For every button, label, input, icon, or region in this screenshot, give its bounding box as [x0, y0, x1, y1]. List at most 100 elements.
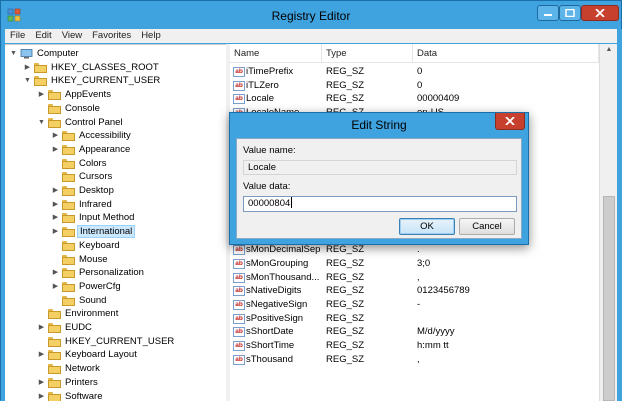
folder-icon	[62, 227, 75, 237]
string-value-icon: ab	[233, 286, 245, 296]
maximize-button[interactable]	[559, 5, 581, 21]
expand-arrow-icon[interactable]: ▶	[37, 390, 46, 401]
value-row[interactable]: absPositiveSignREG_SZ	[230, 312, 599, 326]
column-header-data[interactable]: Data	[413, 44, 599, 63]
value-row[interactable]: abiTimePrefixREG_SZ0	[230, 65, 599, 79]
value-data-input[interactable]: 00000804	[243, 196, 517, 212]
value-type: REG_SZ	[326, 257, 364, 271]
expand-arrow-icon[interactable]: ▶	[51, 143, 60, 156]
dialog-close-button[interactable]	[495, 113, 525, 130]
minimize-button[interactable]	[537, 5, 559, 21]
value-row[interactable]: absNegativeSignREG_SZ-	[230, 298, 599, 312]
value-row[interactable]: absShortTimeREG_SZh:mm tt	[230, 339, 599, 353]
column-header-type[interactable]: Type	[322, 44, 413, 63]
registry-editor-window: Registry Editor FileEditViewFavoritesHel…	[0, 0, 622, 400]
collapse-arrow-icon[interactable]: ▼	[9, 47, 18, 60]
value-data-label: Value data:	[243, 181, 290, 192]
tree-item-label: Input Method	[77, 211, 136, 224]
value-row[interactable]: absMonGroupingREG_SZ3;0	[230, 257, 599, 271]
menu-file[interactable]: File	[5, 29, 30, 43]
expand-arrow-icon[interactable]: ▶	[51, 129, 60, 142]
tree-item-label: Personalization	[77, 266, 146, 279]
expand-arrow-icon[interactable]: ▶	[51, 184, 60, 197]
string-value-icon: ab	[233, 67, 245, 77]
string-value-icon: ab	[233, 94, 245, 104]
expand-arrow-icon[interactable]: ▶	[37, 321, 46, 334]
string-value-icon: ab	[233, 300, 245, 310]
column-header-name[interactable]: Name	[230, 44, 322, 63]
value-row[interactable]: absMonDecimalSepREG_SZ.	[230, 243, 599, 257]
tree-item-label: Sound	[77, 294, 108, 307]
tree-item-label: Infrared	[77, 198, 114, 211]
collapse-arrow-icon[interactable]: ▼	[37, 116, 46, 129]
value-type: REG_SZ	[326, 339, 364, 353]
cancel-button[interactable]: Cancel	[459, 218, 515, 235]
value-type: REG_SZ	[326, 92, 364, 106]
menu-bar: FileEditViewFavoritesHelp	[5, 29, 617, 43]
registry-key-tree[interactable]: ▼Computer▶HKEY_CLASSES_ROOT▼HKEY_CURRENT…	[5, 44, 226, 401]
value-row[interactable]: absShortDateREG_SZM/d/yyyy	[230, 325, 599, 339]
folder-icon	[62, 213, 75, 223]
string-value-icon: ab	[233, 341, 245, 351]
menu-favorites[interactable]: Favorites	[87, 29, 136, 43]
menu-view[interactable]: View	[57, 29, 87, 43]
close-button[interactable]	[581, 5, 619, 21]
tree-item-label: Control Panel	[63, 116, 125, 129]
menu-edit[interactable]: Edit	[30, 29, 56, 43]
collapse-arrow-icon[interactable]: ▼	[23, 74, 32, 87]
tree-item-label: Network	[63, 362, 102, 375]
expand-arrow-icon[interactable]: ▶	[23, 61, 32, 74]
value-row[interactable]: absMonThousand...REG_SZ,	[230, 271, 599, 285]
folder-icon	[48, 378, 61, 388]
expand-arrow-icon[interactable]: ▶	[51, 280, 60, 293]
tree-item-label: Cursors	[77, 170, 114, 183]
tree-item-label: International	[77, 225, 135, 238]
value-row[interactable]: absNativeDigitsREG_SZ0123456789	[230, 284, 599, 298]
expand-arrow-icon[interactable]: ▶	[51, 198, 60, 211]
value-row[interactable]: abiTLZeroREG_SZ0	[230, 79, 599, 93]
value-data: 3;0	[417, 257, 430, 271]
folder-icon	[62, 296, 75, 306]
value-row[interactable]: abLocaleREG_SZ00000409	[230, 92, 599, 106]
value-data: ,	[417, 353, 420, 367]
value-name: sPositiveSign	[246, 312, 303, 326]
expand-arrow-icon[interactable]: ▶	[37, 376, 46, 389]
expand-arrow-icon[interactable]: ▶	[37, 88, 46, 101]
folder-icon	[48, 104, 61, 114]
value-type: REG_SZ	[326, 325, 364, 339]
tree-item-label: Environment	[63, 307, 120, 320]
value-name: Locale	[246, 92, 274, 106]
vertical-scrollbar[interactable]: ▲	[599, 44, 617, 401]
scrollbar-thumb[interactable]	[603, 196, 615, 401]
value-name: sNativeDigits	[246, 284, 301, 298]
string-value-icon: ab	[233, 245, 245, 255]
value-type: REG_SZ	[326, 271, 364, 285]
string-value-icon: ab	[233, 259, 245, 269]
tree-item-label: Accessibility	[77, 129, 133, 142]
expand-arrow-icon[interactable]: ▶	[51, 225, 60, 238]
value-name: sShortDate	[246, 325, 294, 339]
tree-item-label: AppEvents	[63, 88, 113, 101]
tree-item-label: Mouse	[77, 253, 110, 266]
expand-arrow-icon[interactable]: ▶	[51, 211, 60, 224]
value-data: .	[417, 243, 420, 257]
tree-item-label: Keyboard Layout	[63, 348, 139, 361]
string-value-icon: ab	[233, 355, 245, 365]
value-name: iTimePrefix	[246, 65, 293, 79]
folder-icon	[62, 159, 75, 169]
value-type: REG_SZ	[326, 65, 364, 79]
scroll-up-arrow-icon[interactable]: ▲	[600, 46, 618, 53]
ok-button[interactable]: OK	[399, 218, 455, 235]
expand-arrow-icon[interactable]: ▶	[37, 348, 46, 361]
value-name: sMonDecimalSep	[246, 243, 320, 257]
value-row[interactable]: absThousandREG_SZ,	[230, 353, 599, 367]
close-icon	[505, 117, 515, 125]
value-type: REG_SZ	[326, 79, 364, 93]
folder-icon	[62, 172, 75, 182]
expand-arrow-icon[interactable]: ▶	[51, 266, 60, 279]
title-bar[interactable]: Registry Editor	[1, 1, 621, 29]
value-name: sMonThousand...	[246, 271, 319, 285]
menu-help[interactable]: Help	[136, 29, 166, 43]
tree-item-label: HKEY_CURRENT_USER	[63, 335, 176, 348]
value-data: h:mm tt	[417, 339, 449, 353]
